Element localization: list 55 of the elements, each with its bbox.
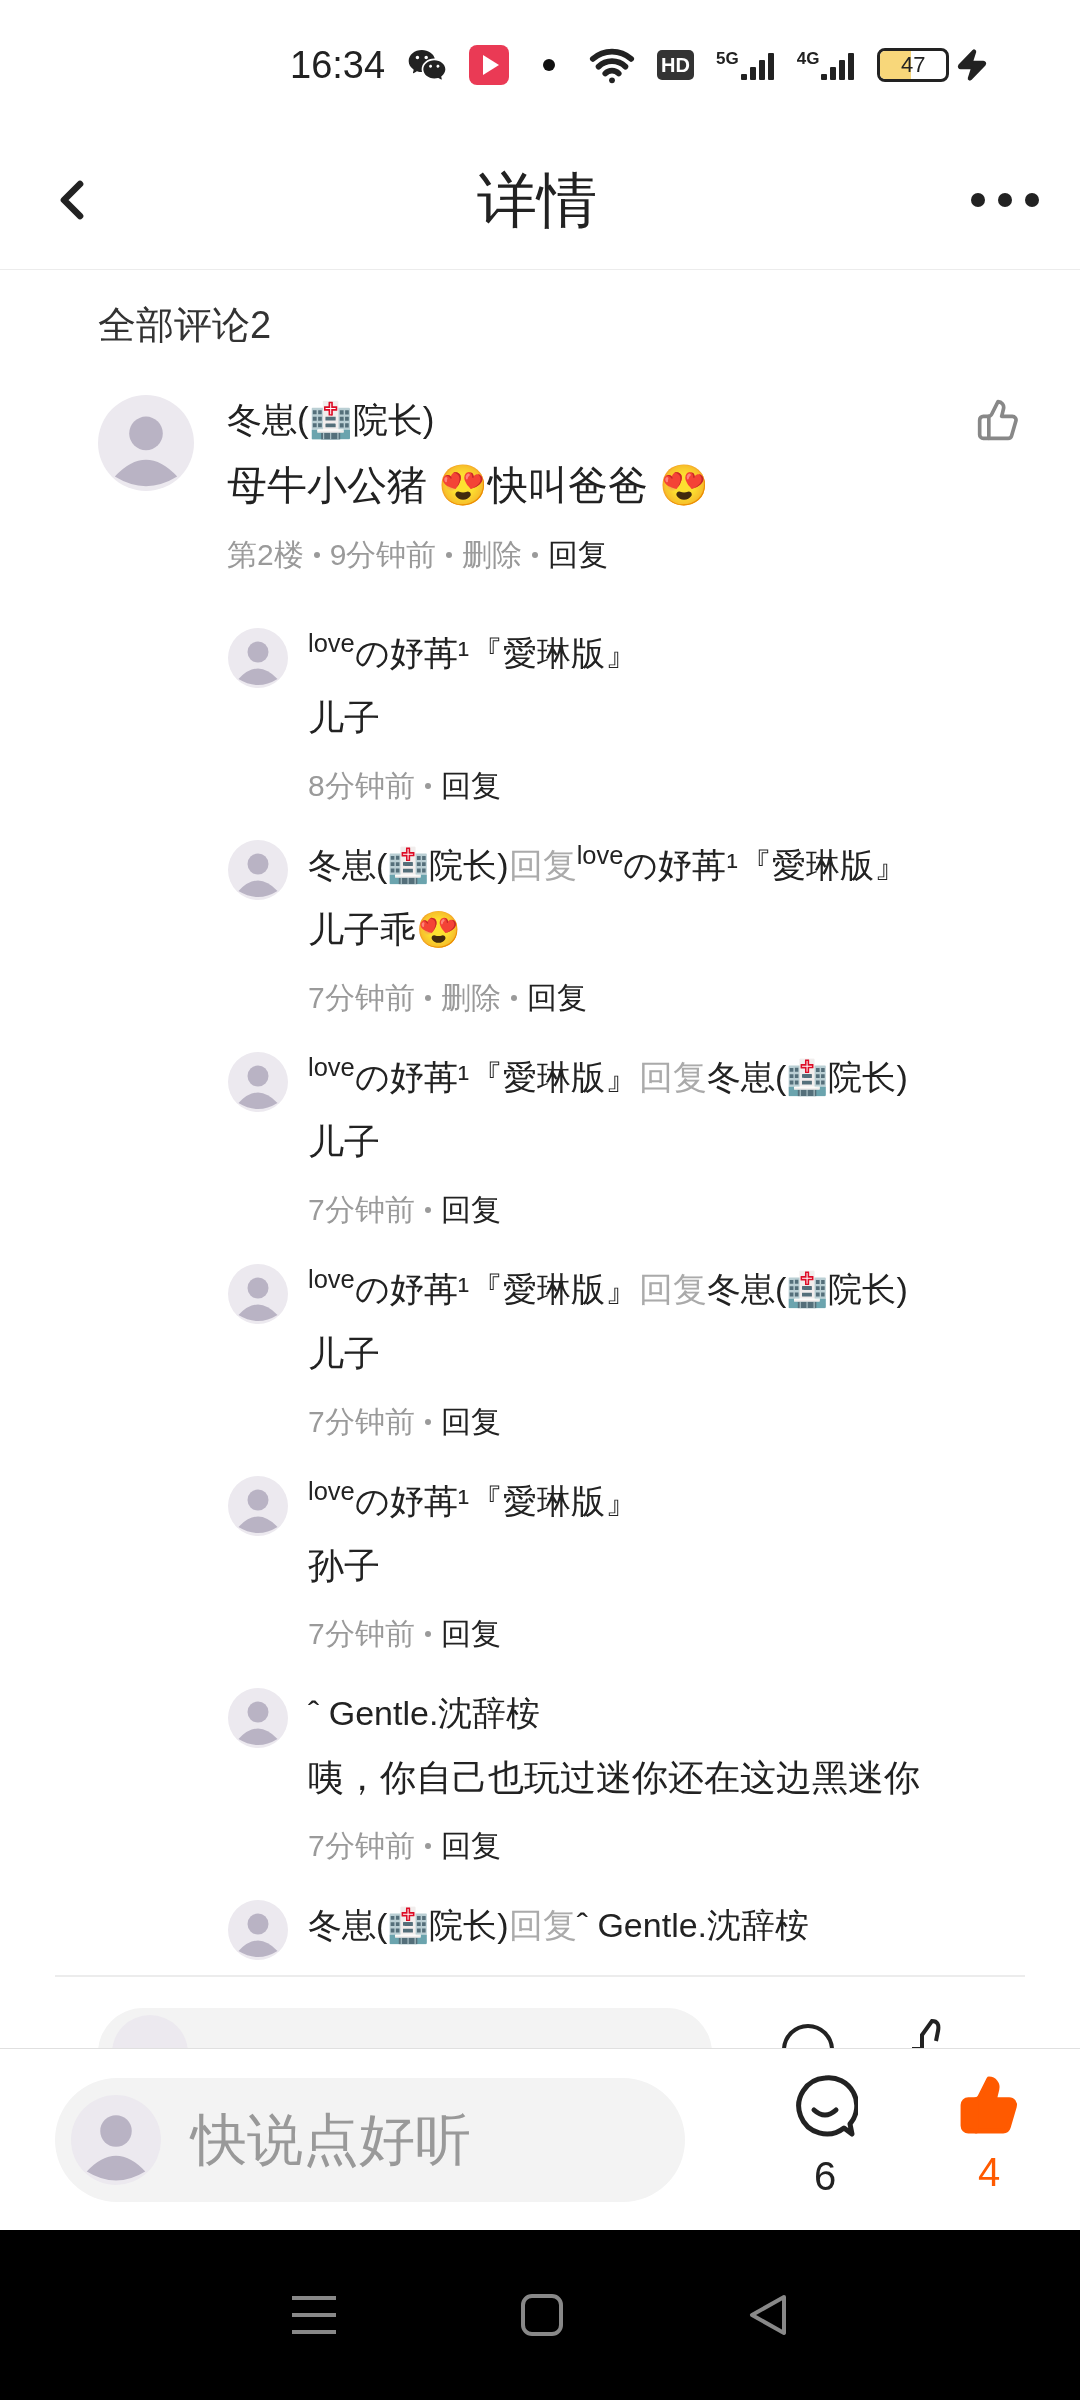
network-label: 4G: [796, 50, 820, 67]
comment-author: 冬崽(🏥院长): [227, 399, 435, 442]
reply-link[interactable]: 回复: [440, 1612, 501, 1656]
avatar: [228, 1900, 288, 1960]
page-title: 详情: [477, 163, 597, 237]
comment-meta: 7分钟前: [308, 1192, 415, 1228]
back-icon[interactable]: [747, 2294, 788, 2336]
comments-heading: 全部评论2: [98, 302, 272, 348]
comment-meta: 删除: [462, 537, 523, 573]
comment-meta: 7分钟前: [308, 980, 415, 1016]
reply-text: 儿子: [308, 1332, 381, 1376]
comment-meta: 7分钟前: [308, 1828, 415, 1864]
menu-icon[interactable]: [292, 2295, 337, 2335]
avatar: [228, 1052, 288, 1112]
like-count: 4: [977, 2148, 1001, 2196]
reply-link[interactable]: 回复: [548, 533, 609, 577]
reply-text: 儿子乖😍: [308, 908, 462, 952]
reply-header: $^{love}$の妤苒¹『愛琳版』: [308, 628, 640, 674]
reply-header: 冬崽(🏥院长)回复$^{love}$の妤苒¹『愛琳版』: [308, 840, 908, 887]
video-app-icon: [469, 45, 510, 85]
more-icon[interactable]: [970, 191, 1040, 208]
signal-icon: [821, 50, 856, 80]
reply-header: 冬崽(🏥院长)回复ˆ Gentle.沈辞桉: [308, 1905, 810, 1947]
avatar: [228, 1264, 288, 1324]
reply-header: $^{love}$の妤苒¹『愛琳版』回复冬崽(🏥院长): [308, 1052, 908, 1099]
home-icon[interactable]: [521, 2294, 563, 2336]
reply-link[interactable]: 回复: [440, 1188, 501, 1232]
comment-meta: 7分钟前: [308, 1404, 415, 1440]
comment-meta: 7分钟前: [308, 1616, 415, 1652]
reply-text: 儿子: [308, 1120, 381, 1164]
reply-header: $^{love}$の妤苒¹『愛琳版』: [308, 1476, 640, 1522]
avatar: [228, 628, 288, 688]
avatar: [228, 1476, 288, 1536]
comment-count: 6: [813, 2152, 837, 2200]
reply-link[interactable]: 回复: [440, 1824, 501, 1868]
reply-link[interactable]: 回复: [440, 1400, 501, 1444]
avatar: [228, 840, 288, 900]
comment-text: 母牛小公猪 😍快叫爸爸 😍: [227, 462, 711, 509]
reply-text: 咦，你自己也玩过迷你还在这边黑迷你: [308, 1756, 920, 1800]
reply-header: $^{love}$の妤苒¹『愛琳版』回复冬崽(🏥院长): [308, 1264, 908, 1311]
comment-meta: 第2楼: [227, 537, 304, 573]
comment-meta: 删除: [440, 980, 501, 1016]
clock: 16:34: [290, 42, 386, 88]
like-button[interactable]: [976, 398, 1020, 442]
reply-header: ˆ Gentle.沈辞桉: [308, 1693, 542, 1734]
signal-icon: [740, 50, 775, 80]
reply-text: 儿子: [308, 696, 381, 740]
network-label: 5G: [716, 50, 739, 67]
comment-meta: 8分钟前: [308, 768, 415, 804]
comment-meta: 9分钟前: [329, 537, 437, 573]
reply-link[interactable]: 回复: [526, 976, 587, 1020]
hd-badge: HD: [657, 50, 694, 80]
reply-text: 孙子: [308, 1544, 381, 1588]
reply-link[interactable]: 回复: [440, 764, 501, 808]
avatar: [228, 1688, 288, 1748]
